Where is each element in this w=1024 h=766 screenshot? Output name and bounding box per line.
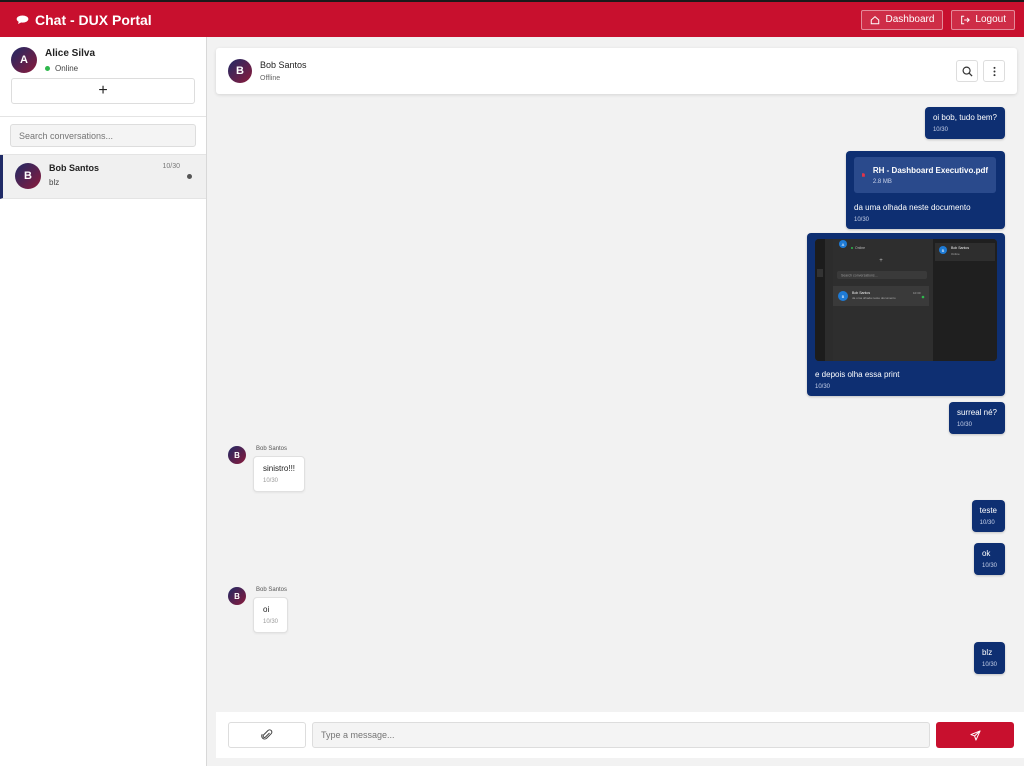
image-attachment[interactable]: A Online + Search conversations... B Bob… (815, 239, 997, 361)
logout-icon (961, 15, 971, 24)
message-outgoing: A Online + Search conversations... B Bob… (807, 233, 1005, 396)
message-outgoing: blz 10/30 (973, 642, 1005, 674)
message-text: ok (981, 549, 991, 558)
search-conversations-input[interactable] (10, 124, 196, 147)
logout-label: Logout (975, 14, 1006, 25)
file-attachment[interactable]: RH - Dashboard Executivo.pdf 2.8 MB (854, 157, 996, 193)
current-user-panel: A Alice Silva Online + (0, 37, 206, 117)
message-outgoing: teste 10/30 (971, 500, 1005, 532)
more-vertical-icon (992, 66, 996, 76)
message-text: oi bob, tudo bem? (932, 113, 997, 122)
message-outgoing: surreal né? 10/30 (948, 402, 1005, 434)
top-bar: Chat - DUX Portal Dashboard Logout (0, 0, 1024, 37)
avatar: A (11, 47, 37, 73)
logout-button[interactable]: Logout (951, 9, 1015, 30)
message-time: 10/30 (956, 422, 972, 428)
svg-text:B: B (942, 248, 945, 253)
message-time: 10/30 (932, 127, 948, 133)
search-messages-button[interactable] (956, 60, 978, 82)
message-time: 10/30 (981, 662, 997, 668)
message-text: teste (979, 506, 997, 515)
attach-button[interactable] (228, 722, 306, 748)
message-time: 10/30 (815, 384, 831, 390)
message-time: 10/30 (263, 478, 279, 484)
conversation-time: 10/30 (162, 163, 180, 170)
message-incoming: oi 10/30 (253, 597, 289, 633)
svg-text:+: + (879, 258, 883, 264)
dashboard-label: Dashboard (885, 14, 935, 25)
message-input[interactable] (312, 722, 930, 748)
app-title: Chat - DUX Portal (35, 11, 152, 28)
contact-name: Bob Santos (260, 60, 307, 70)
online-dot-icon (45, 65, 50, 71)
conversation-item[interactable]: B Bob Santos 10/30 blz (0, 155, 206, 199)
avatar: B (15, 163, 41, 189)
app-brand: Chat - DUX Portal (16, 12, 152, 28)
file-size: 2.8 MB (872, 178, 892, 185)
image-text: da uma olhada neste documento (852, 296, 896, 300)
file-name: RH - Dashboard Executivo.pdf (872, 165, 988, 175)
message-time: 10/30 (854, 217, 870, 223)
home-icon (871, 15, 880, 24)
message-time: 10/30 (979, 520, 995, 526)
dashboard-button[interactable]: Dashboard (861, 9, 944, 30)
paperclip-icon (261, 729, 273, 740)
message-composer (216, 712, 1024, 758)
current-user-status: Online (55, 63, 79, 73)
message-incoming: sinistro!!! 10/30 (253, 456, 306, 492)
avatar: B (228, 446, 246, 464)
message-outgoing: ok 10/30 (973, 543, 1005, 575)
message-outgoing: RH - Dashboard Executivo.pdf 2.8 MB da u… (846, 151, 1005, 229)
message-text: oi (263, 605, 270, 614)
send-icon (969, 729, 981, 741)
screenshot-thumbnail: A Online + Search conversations... B Bob… (815, 239, 997, 361)
conversation-name: Bob Santos (49, 163, 100, 173)
image-text: Bob Santos (951, 246, 969, 250)
avatar: B (228, 59, 252, 83)
message-text: surreal né? (956, 408, 997, 417)
message-text: blz (981, 648, 993, 657)
pdf-file-icon (862, 173, 865, 177)
image-text: 10:30 (913, 291, 921, 295)
conversation-preview: blz (49, 178, 60, 187)
image-text: Online (951, 252, 960, 256)
message-time: 10/30 (263, 619, 279, 625)
message-outgoing: oi bob, tudo bem? 10/30 (924, 107, 1005, 139)
contact-status: Offline (260, 75, 281, 82)
svg-text:B: B (842, 294, 845, 299)
image-text: Search conversations... (841, 274, 878, 278)
sidebar: A Alice Silva Online + B Bob Santos 10/3… (0, 37, 207, 766)
image-text: Bob Santos (852, 291, 870, 295)
sender-name: Bob Santos (256, 446, 288, 452)
more-options-button[interactable] (983, 60, 1005, 82)
new-chat-button[interactable]: + (11, 78, 195, 104)
chat-bubble-icon (16, 15, 29, 24)
chat-header: B Bob Santos Offline (216, 48, 1017, 94)
sender-name: Bob Santos (256, 587, 288, 593)
svg-text:A: A (842, 242, 845, 247)
avatar: B (228, 587, 246, 605)
message-text: da uma olhada neste documento (854, 203, 971, 212)
image-text: Online (855, 246, 865, 250)
message-text: sinistro!!! (263, 464, 296, 473)
unread-dot-icon (187, 174, 192, 179)
message-time: 10/30 (981, 563, 997, 569)
message-text: e depois olha essa print (815, 370, 900, 379)
search-icon (962, 66, 973, 77)
send-button[interactable] (936, 722, 1014, 748)
current-user-name: Alice Silva (45, 47, 96, 59)
